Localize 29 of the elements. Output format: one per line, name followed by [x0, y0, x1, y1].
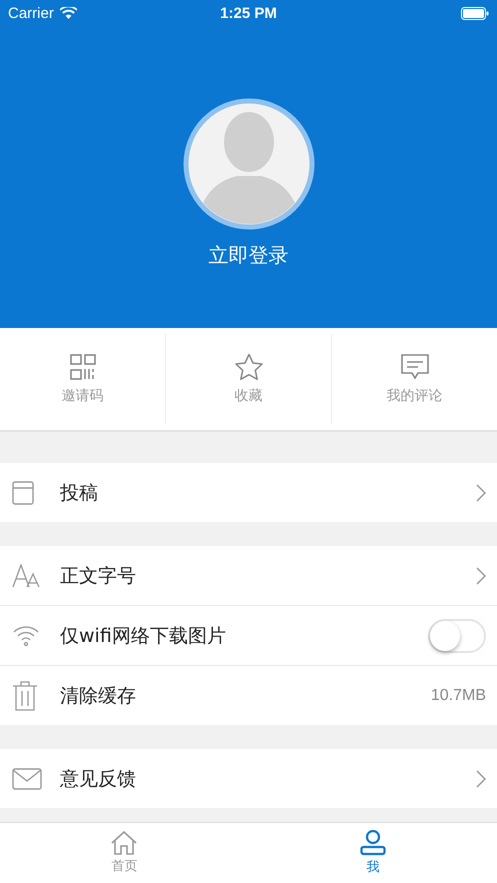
- document-icon: [12, 480, 34, 504]
- wifi-icon: [12, 624, 40, 646]
- star-icon: [234, 353, 264, 381]
- chevron-right-icon[interactable]: [476, 484, 486, 502]
- trash-icon: [12, 680, 38, 710]
- wifi-signal-icon: [60, 7, 77, 19]
- comment-icon: [400, 353, 430, 381]
- login-link[interactable]: 立即登录: [208, 242, 288, 269]
- status-time: 1:25 PM: [220, 4, 277, 22]
- shortcut-item[interactable]: 我的评论: [332, 334, 497, 424]
- shortcut-item[interactable]: 收藏: [166, 334, 332, 424]
- chevron-right-icon[interactable]: [476, 770, 486, 788]
- tab-item[interactable]: 我: [248, 823, 497, 883]
- cache-size: 10.7MB: [430, 686, 486, 704]
- home-icon: [111, 831, 138, 855]
- qr-code-icon: [68, 353, 96, 381]
- settings-label[interactable]: 仅wifi网络下载图片: [60, 622, 428, 648]
- mail-icon: [12, 768, 42, 790]
- carrier-name: Carrier: [8, 4, 54, 22]
- chevron-right-icon[interactable]: [476, 566, 486, 584]
- tab-item[interactable]: 首页: [0, 823, 248, 883]
- settings-label[interactable]: 正文字号: [60, 562, 476, 588]
- user-icon: [360, 830, 386, 856]
- battery-icon: [460, 6, 489, 20]
- settings-label[interactable]: 清除缓存: [60, 682, 431, 708]
- avatar-icon[interactable]: [182, 98, 314, 230]
- shortcut-item[interactable]: 邀请码: [0, 334, 166, 424]
- font-size-icon: [12, 564, 42, 588]
- toggle-switch[interactable]: [428, 618, 486, 652]
